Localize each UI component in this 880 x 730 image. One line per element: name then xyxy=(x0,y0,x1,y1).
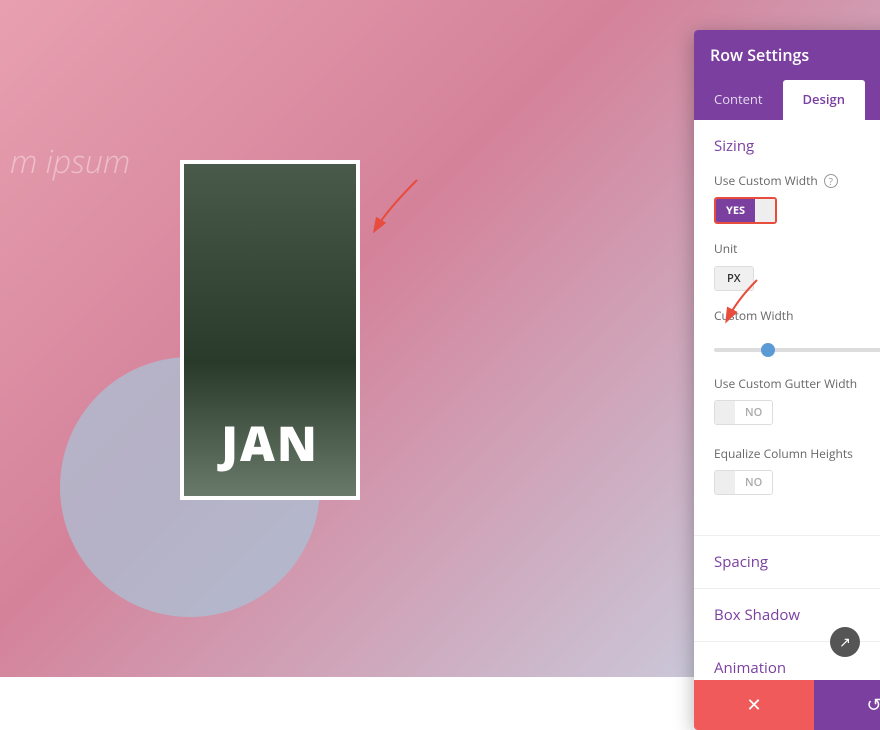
panel-body: Sizing ▲ Use Custom Width ? YES xyxy=(694,120,880,680)
sizing-section-header[interactable]: Sizing ▲ xyxy=(694,120,880,172)
panel-header: Row Settings ⛶ ⊞ xyxy=(694,30,880,80)
sizing-section: Sizing ▲ Use Custom Width ? YES xyxy=(694,120,880,536)
spacing-title: Spacing xyxy=(714,552,768,572)
tabs-bar: Content Design Advanced xyxy=(694,80,880,120)
unit-label: Unit xyxy=(714,240,880,257)
gutter-width-row: Use Custom Gutter Width NO xyxy=(714,375,880,429)
panel-title: Row Settings xyxy=(710,44,809,66)
sizing-content: Use Custom Width ? YES Unit PX xyxy=(694,172,880,535)
equalize-toggle-empty xyxy=(715,471,735,494)
slider-row: ↺ xyxy=(714,332,880,359)
box-shadow-title: Box Shadow xyxy=(714,605,800,625)
panel-footer: ✕ ↺ ↻ ✓ xyxy=(694,680,880,730)
undo-button[interactable]: ↺ xyxy=(814,680,880,730)
tab-design[interactable]: Design xyxy=(783,80,865,120)
cancel-button[interactable]: ✕ xyxy=(694,680,814,730)
width-slider-container xyxy=(714,335,880,357)
use-custom-width-row: Use Custom Width ? YES xyxy=(714,172,880,224)
toggle-yes-label: YES xyxy=(716,199,755,222)
gutter-no-label: NO xyxy=(735,401,772,424)
equalize-row: Equalize Column Heights NO xyxy=(714,445,880,499)
custom-width-label: Custom Width xyxy=(714,307,880,324)
sizing-title: Sizing xyxy=(714,136,754,156)
spacing-section: Spacing ▼ xyxy=(694,536,880,589)
gutter-width-label: Use Custom Gutter Width xyxy=(714,375,880,392)
gutter-toggle-empty xyxy=(715,401,735,424)
custom-width-toggle[interactable]: YES xyxy=(714,197,777,224)
equalize-label: Equalize Column Heights xyxy=(714,445,880,462)
jan-text: JAN xyxy=(221,411,319,476)
unit-selector[interactable]: PX xyxy=(714,266,754,291)
lorem-text: m ipsum xyxy=(10,140,130,183)
bg-image: JAN xyxy=(180,160,360,500)
spacing-section-header[interactable]: Spacing ▼ xyxy=(694,536,880,588)
toggle-no-label xyxy=(755,199,775,222)
help-icon[interactable]: ? xyxy=(824,174,838,188)
custom-width-row: Custom Width ↺ xyxy=(714,307,880,359)
equalize-no-label: NO xyxy=(735,471,772,494)
row-settings-panel: Row Settings ⛶ ⊞ Content Design Advanced… xyxy=(694,30,880,730)
animation-title: Animation xyxy=(714,658,786,678)
tab-content[interactable]: Content xyxy=(694,80,783,120)
gutter-toggle[interactable]: NO xyxy=(714,400,773,425)
width-slider[interactable] xyxy=(714,348,880,352)
help-corner-icon[interactable]: ↗ xyxy=(830,627,860,657)
tab-advanced[interactable]: Advanced xyxy=(865,80,880,120)
equalize-toggle[interactable]: NO xyxy=(714,470,773,495)
unit-px[interactable]: PX xyxy=(715,267,753,290)
unit-row: Unit PX xyxy=(714,240,880,291)
use-custom-width-label: Use Custom Width ? xyxy=(714,172,880,189)
